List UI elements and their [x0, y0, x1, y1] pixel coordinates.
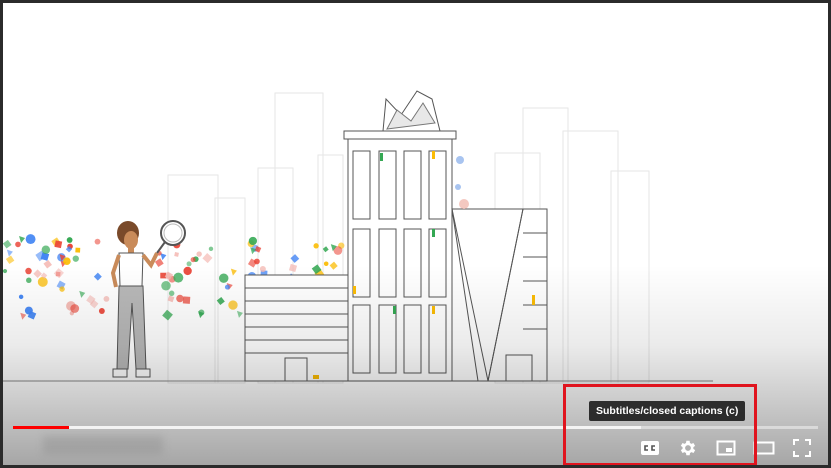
building-window — [403, 150, 422, 220]
confetti-piece — [70, 304, 80, 313]
confetti-piece — [53, 268, 64, 279]
confetti-piece — [168, 290, 175, 296]
video-frame-illustration — [3, 90, 713, 384]
building-window — [378, 304, 397, 374]
confetti-piece — [43, 259, 52, 269]
confetti-piece — [228, 300, 238, 310]
confetti-piece — [322, 246, 329, 253]
gear-icon — [680, 440, 696, 456]
progress-bar[interactable] — [13, 426, 818, 429]
progress-buffer — [13, 426, 641, 429]
confetti-piece — [20, 312, 27, 320]
confetti-piece — [161, 280, 171, 291]
building-window — [428, 228, 447, 298]
person-with-magnifier — [110, 220, 186, 378]
right-controls — [638, 434, 814, 462]
building-window — [428, 150, 447, 220]
confetti-piece — [224, 284, 230, 290]
confetti-piece — [25, 267, 32, 275]
building-window — [352, 150, 371, 220]
theater-icon — [753, 441, 775, 455]
low-building — [244, 274, 350, 382]
confetti-piece — [208, 246, 214, 252]
confetti-piece — [54, 240, 63, 249]
confetti-piece — [18, 294, 24, 300]
confetti-piece — [248, 236, 258, 246]
confetti-piece — [290, 254, 300, 263]
confetti-piece — [173, 272, 184, 283]
confetti-piece — [313, 243, 319, 249]
confetti-piece — [79, 290, 86, 298]
window-accent — [432, 151, 435, 159]
building-window — [403, 228, 422, 298]
confetti-piece — [329, 261, 338, 270]
fullscreen-button[interactable] — [790, 436, 814, 460]
confetti-piece — [19, 236, 26, 244]
confetti-piece — [323, 261, 329, 267]
confetti-piece — [167, 295, 175, 303]
window-accent — [432, 306, 435, 314]
progress-played — [13, 426, 70, 429]
confetti-piece — [25, 234, 36, 245]
confetti-piece — [186, 261, 192, 267]
confetti-piece — [174, 252, 179, 257]
confetti-piece — [37, 276, 48, 287]
video-player[interactable]: Subtitles/closed captions (c) — [3, 3, 828, 465]
confetti-piece — [3, 239, 12, 249]
confetti-piece — [162, 309, 173, 321]
confetti-piece — [230, 268, 237, 276]
confetti-piece — [98, 308, 105, 314]
window-accent — [353, 286, 356, 294]
building-window — [428, 304, 447, 374]
confetti-piece — [236, 310, 243, 318]
miniplayer-button[interactable] — [714, 436, 738, 460]
theater-mode-button[interactable] — [752, 436, 776, 460]
cc-icon — [641, 441, 659, 455]
confetti-piece — [198, 309, 205, 316]
confetti-piece — [75, 247, 81, 253]
confetti-piece — [5, 255, 15, 265]
confetti-piece — [6, 249, 13, 257]
confetti-piece — [196, 251, 202, 257]
confetti-piece — [103, 295, 110, 302]
floating-dots — [455, 156, 469, 209]
confetti-piece — [259, 266, 266, 273]
confetti-piece — [63, 257, 71, 266]
confetti-piece — [72, 255, 79, 262]
confetti-piece — [66, 237, 73, 243]
confetti-piece — [182, 296, 191, 304]
confetti-piece — [24, 306, 33, 315]
window-accent — [380, 153, 383, 161]
subtitles-tooltip: Subtitles/closed captions (c) — [589, 401, 746, 421]
confetti-piece — [202, 253, 213, 264]
confetti-piece — [33, 269, 42, 278]
building-window — [352, 304, 371, 374]
miniplayer-icon — [716, 440, 736, 456]
window-accent — [432, 229, 435, 237]
confetti-piece — [94, 238, 101, 245]
building-window — [378, 228, 397, 298]
confetti-piece — [93, 272, 102, 281]
confetti-piece — [160, 272, 166, 279]
confetti-piece — [218, 273, 229, 283]
confetti-piece — [288, 263, 298, 273]
time-display-blurred — [43, 436, 163, 454]
confetti-piece — [190, 257, 196, 263]
confetti-piece — [15, 241, 21, 248]
settings-button[interactable] — [676, 436, 700, 460]
confetti-piece — [183, 266, 192, 276]
triangle-building — [451, 208, 548, 382]
confetti-piece — [176, 294, 184, 303]
fullscreen-icon — [793, 439, 811, 457]
building-window — [378, 150, 397, 220]
confetti-piece — [3, 268, 8, 274]
subtitles-button[interactable] — [638, 436, 662, 460]
confetti-piece — [26, 277, 32, 284]
confetti-piece — [59, 286, 65, 292]
window-accent — [393, 306, 396, 314]
building-window — [403, 304, 422, 374]
